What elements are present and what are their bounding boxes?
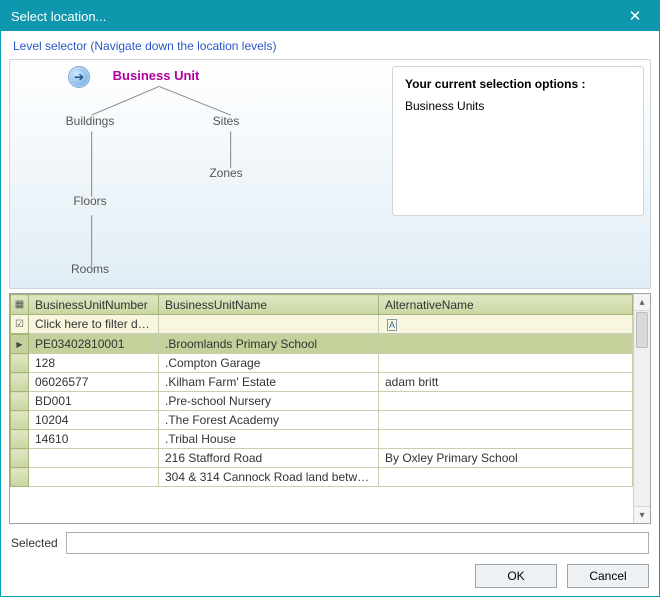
cell-alt[interactable] <box>379 430 633 449</box>
cell-alt[interactable]: By Oxley Primary School <box>379 449 633 468</box>
cancel-button[interactable]: Cancel <box>567 564 649 588</box>
grid-vertical-scrollbar[interactable]: ▴ ▾ <box>633 294 650 523</box>
scroll-thumb[interactable] <box>636 312 648 348</box>
cell-num[interactable] <box>29 468 159 487</box>
cell-alt[interactable]: adam britt <box>379 373 633 392</box>
table-row[interactable]: 304 & 314 Cannock Road land between <box>11 468 633 487</box>
window-title: Select location... <box>11 9 617 24</box>
grid-header: ▦ BusinessUnitNumber BusinessUnitName Al… <box>10 294 633 334</box>
scroll-down-icon[interactable]: ▾ <box>634 506 650 523</box>
cell-num[interactable]: 14610 <box>29 430 159 449</box>
current-selection-header: Your current selection options : <box>405 77 631 91</box>
selected-row: Selected <box>9 528 651 556</box>
cell-name[interactable]: 304 & 314 Cannock Road land between <box>159 468 379 487</box>
row-header[interactable] <box>11 373 29 392</box>
node-buildings[interactable]: Buildings <box>66 114 115 128</box>
titlebar[interactable]: Select location... ✕ <box>1 1 659 31</box>
row-header[interactable] <box>11 449 29 468</box>
dialog-content: Level selector (Navigate down the locati… <box>1 31 659 596</box>
row-header[interactable] <box>11 411 29 430</box>
tree-lines <box>16 66 384 289</box>
cell-name[interactable]: .The Forest Academy <box>159 411 379 430</box>
table-row[interactable]: 128.Compton Garage <box>11 354 633 373</box>
grid-body: PE03402810001.Broomlands Primary School1… <box>10 334 633 487</box>
cell-num[interactable]: PE03402810001 <box>29 335 159 354</box>
close-icon[interactable]: ✕ <box>617 7 653 25</box>
node-rooms[interactable]: Rooms <box>71 262 109 276</box>
row-header[interactable] <box>11 392 29 411</box>
cell-num[interactable]: 10204 <box>29 411 159 430</box>
cell-name[interactable]: .Pre-school Nursery <box>159 392 379 411</box>
current-selection-panel: Your current selection options : Busines… <box>392 66 644 216</box>
filter-icon[interactable]: ☑ <box>11 315 29 334</box>
level-selector-panel: ➔ Business Unit Buildings Sites Floors R… <box>9 59 651 289</box>
col-business-unit-number[interactable]: BusinessUnitNumber <box>29 295 159 315</box>
current-selection-value: Business Units <box>405 99 631 113</box>
cell-alt[interactable] <box>379 411 633 430</box>
filter-alternative-name[interactable]: A <box>379 315 633 334</box>
table-row[interactable]: PE03402810001.Broomlands Primary School <box>11 335 633 354</box>
col-business-unit-name[interactable]: BusinessUnitName <box>159 295 379 315</box>
scroll-up-icon[interactable]: ▴ <box>634 294 650 311</box>
row-header[interactable] <box>11 468 29 487</box>
cell-alt[interactable] <box>379 354 633 373</box>
table-row[interactable]: 10204.The Forest Academy <box>11 411 633 430</box>
cell-name[interactable]: .Compton Garage <box>159 354 379 373</box>
cell-name[interactable]: .Tribal House <box>159 430 379 449</box>
node-floors[interactable]: Floors <box>73 194 106 208</box>
table-row[interactable]: 216 Stafford RoadBy Oxley Primary School <box>11 449 633 468</box>
node-zones[interactable]: Zones <box>209 166 242 180</box>
cell-name[interactable]: .Broomlands Primary School <box>159 335 379 354</box>
cell-name[interactable]: .Kilham Farm' Estate <box>159 373 379 392</box>
cell-num[interactable] <box>29 449 159 468</box>
col-alternative-name[interactable]: AlternativeName <box>379 295 633 315</box>
selected-label: Selected <box>11 536 58 550</box>
row-header[interactable] <box>11 430 29 449</box>
filter-business-unit-number[interactable]: Click here to filter data...A <box>29 315 159 334</box>
cell-num[interactable]: 128 <box>29 354 159 373</box>
filter-row[interactable]: ☑ Click here to filter data...A A <box>11 315 633 334</box>
selected-input[interactable] <box>66 532 649 554</box>
grid-corner-icon[interactable]: ▦ <box>11 295 29 315</box>
level-selector-legend: Level selector (Navigate down the locati… <box>9 37 651 55</box>
dialog-buttons: OK Cancel <box>9 560 651 588</box>
filter-business-unit-name[interactable] <box>159 315 379 334</box>
row-header[interactable] <box>11 354 29 373</box>
node-business-unit[interactable]: Business Unit <box>113 68 200 83</box>
table-row[interactable]: 14610.Tribal House <box>11 430 633 449</box>
level-tree: ➔ Business Unit Buildings Sites Floors R… <box>16 66 384 282</box>
cell-alt[interactable] <box>379 468 633 487</box>
row-header[interactable] <box>11 335 29 354</box>
node-sites[interactable]: Sites <box>213 114 240 128</box>
cell-num[interactable]: 06026577 <box>29 373 159 392</box>
ok-button[interactable]: OK <box>475 564 557 588</box>
cell-name[interactable]: 216 Stafford Road <box>159 449 379 468</box>
results-grid: ▦ BusinessUnitNumber BusinessUnitName Al… <box>9 293 651 524</box>
cell-alt[interactable] <box>379 392 633 411</box>
select-location-dialog: Select location... ✕ Level selector (Nav… <box>0 0 660 597</box>
cell-num[interactable]: BD001 <box>29 392 159 411</box>
cell-alt[interactable] <box>379 335 633 354</box>
table-row[interactable]: 06026577.Kilham Farm' Estateadam britt <box>11 373 633 392</box>
table-row[interactable]: BD001.Pre-school Nursery <box>11 392 633 411</box>
